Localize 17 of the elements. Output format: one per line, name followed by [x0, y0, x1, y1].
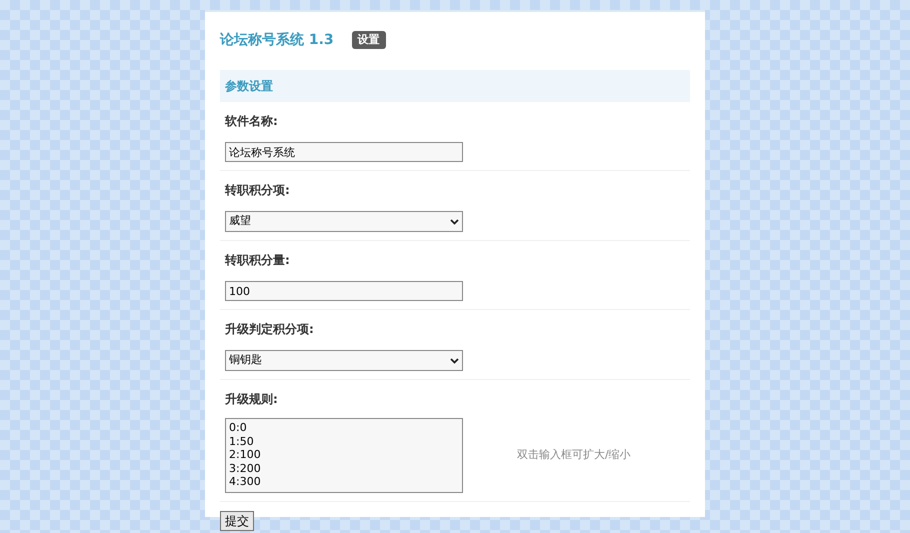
field-label: 升级判定积分项:: [225, 321, 315, 338]
section-title: 参数设置: [225, 78, 273, 95]
hint-text: 双击输入框可扩大/缩小: [517, 447, 631, 464]
dropdown[interactable]: 铜钥匙: [225, 350, 463, 371]
plugin-title: 论坛称号系统 1.3: [220, 30, 334, 50]
dropdown[interactable]: 威望: [225, 211, 463, 232]
settings-tab[interactable]: 设置: [352, 30, 386, 50]
submit-button[interactable]: 提交: [220, 511, 254, 531]
input-field[interactable]: 100: [225, 281, 463, 301]
chevron-icon: [450, 358, 459, 364]
chevron-icon: [450, 218, 459, 224]
field-label: 转职积分量:: [225, 252, 291, 269]
field-label: 软件名称:: [225, 113, 279, 130]
field-label: 升级规则:: [225, 391, 279, 408]
field-label: 转职积分项:: [225, 182, 291, 199]
text-area[interactable]: 0:0 1:50 2:100 3:200 4:300: [225, 418, 463, 493]
input-field[interactable]: 论坛称号系统: [225, 142, 463, 162]
